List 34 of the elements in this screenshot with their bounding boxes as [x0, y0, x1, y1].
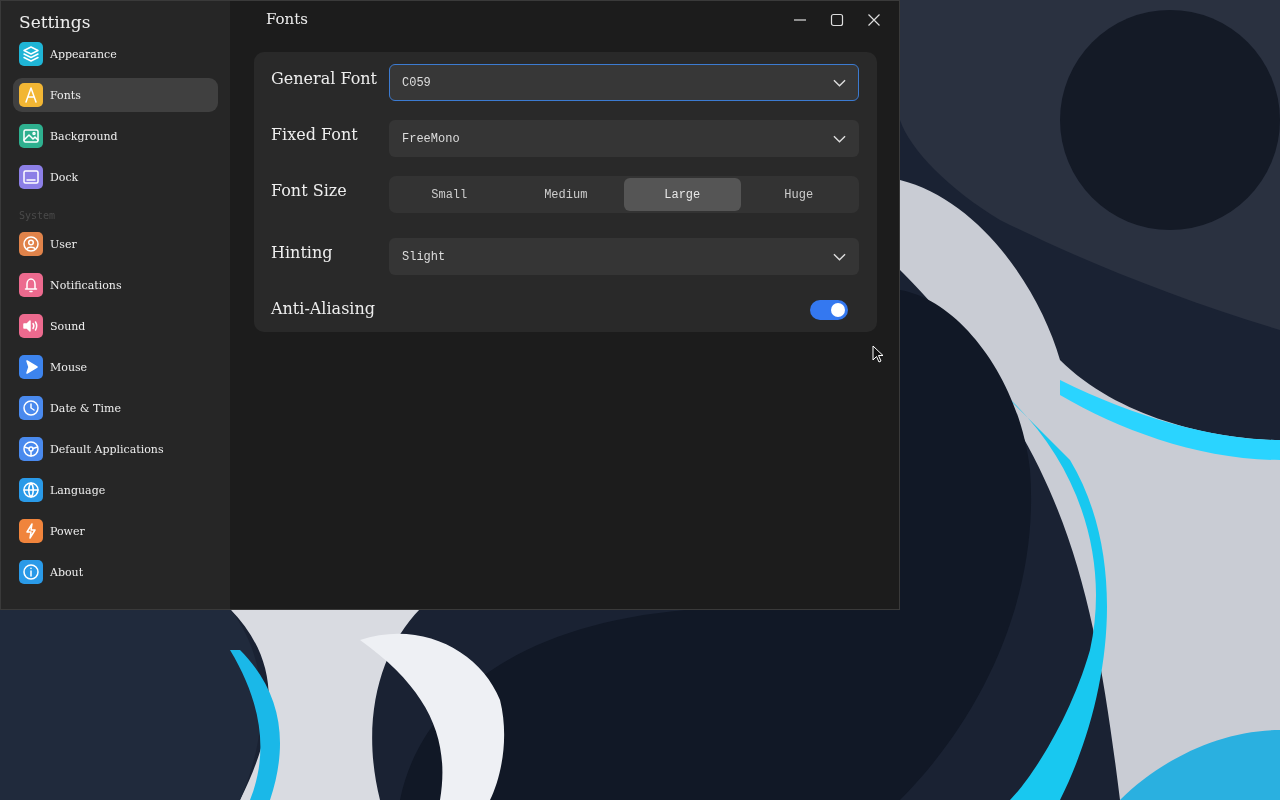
mouse-cursor-icon: [872, 345, 884, 363]
chevron-down-icon: [833, 252, 846, 261]
segment-option[interactable]: Huge: [740, 178, 857, 211]
sidebar-item[interactable]: Default Applications: [13, 432, 218, 466]
sidebar-item[interactable]: Background: [13, 119, 218, 153]
dropdown[interactable]: Slight: [389, 238, 859, 275]
sidebar-item[interactable]: User: [13, 227, 218, 261]
setting-label: Hinting: [271, 242, 334, 262]
setting-label: Anti-Aliasing: [271, 298, 376, 318]
sidebar-item[interactable]: Power: [13, 514, 218, 548]
sidebar-item[interactable]: About: [13, 555, 218, 589]
setting-label: Font Size: [271, 180, 348, 200]
setting-label: Fixed Font: [271, 124, 359, 144]
dropdown[interactable]: C059: [389, 64, 859, 101]
sidebar-item[interactable]: Language: [13, 473, 218, 507]
sidebar-item[interactable]: Mouse: [13, 350, 218, 384]
sidebar-item[interactable]: Fonts: [13, 78, 218, 112]
page-title: Fonts: [266, 10, 308, 28]
close-icon[interactable]: [867, 13, 881, 27]
sidebar-item[interactable]: Appearance: [13, 37, 218, 71]
maximize-icon[interactable]: [830, 13, 844, 27]
segment-option[interactable]: Large: [624, 178, 741, 211]
sidebar-item[interactable]: Date & Time: [13, 391, 218, 425]
segment-option[interactable]: Small: [391, 178, 508, 211]
sidebar-item[interactable]: Sound: [13, 309, 218, 343]
sidebar-item[interactable]: Notifications: [13, 268, 218, 302]
chevron-down-icon: [833, 78, 846, 87]
setting-label: General Font: [271, 68, 378, 88]
chevron-down-icon: [833, 134, 846, 143]
dropdown[interactable]: FreeMono: [389, 120, 859, 157]
toggle-switch[interactable]: [810, 300, 848, 320]
segment-option[interactable]: Medium: [507, 178, 624, 211]
sidebar-item[interactable]: Dock: [13, 160, 218, 194]
app-title: Settings: [18, 11, 92, 34]
